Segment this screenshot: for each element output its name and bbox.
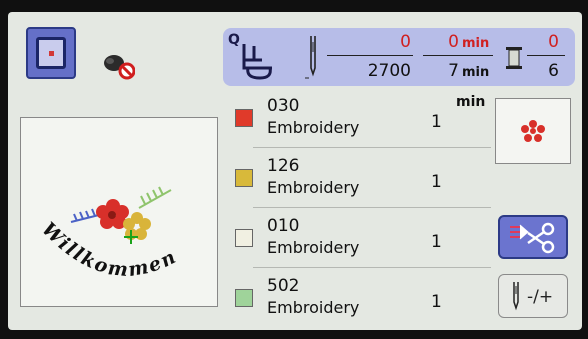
thread-row[interactable]: 502 Embroidery 1	[223, 268, 491, 328]
thread-time: 1	[431, 112, 442, 132]
frame-center-dot	[49, 51, 54, 56]
stitch-count: 0	[400, 32, 411, 52]
thread-spool-icon	[506, 47, 522, 69]
color-current: 0	[548, 32, 559, 52]
thread-color-swatch	[235, 289, 253, 307]
thread-time: 1	[431, 232, 442, 252]
thread-code: 126	[267, 156, 300, 176]
thread-row[interactable]: 030 Embroidery 1	[223, 88, 491, 148]
embroidery-screen: Q 0 2700 0 min 7 min 0 6 Willkommen 030 …	[8, 12, 582, 330]
needle-position-label: -/+	[527, 287, 554, 307]
thread-code: 030	[267, 96, 300, 116]
quilt-presser-foot-icon	[242, 44, 272, 80]
thread-code: 010	[267, 216, 300, 236]
needle-icon	[513, 282, 519, 311]
frame-button[interactable]	[26, 27, 76, 79]
embroidery-frame-icon	[36, 37, 66, 69]
thread-name: Embroidery	[267, 238, 360, 257]
green-leaves	[138, 186, 172, 209]
thread-name: Embroidery	[267, 118, 360, 137]
thread-color-swatch	[235, 169, 253, 187]
thread-time: 1	[431, 172, 442, 192]
thread-color-list: 030 Embroidery 1 126 Embroidery 1 010 Em…	[223, 88, 491, 328]
thread-color-swatch	[235, 109, 253, 127]
embroidery-design: Willkommen	[37, 186, 179, 281]
status-panel: Q 0 2700 0 min 7 min 0 6	[223, 28, 575, 86]
red-flower-thumbnail-icon	[521, 120, 545, 142]
color-divider	[527, 55, 565, 56]
needle-position-button[interactable]: -/+	[498, 274, 568, 318]
design-preview[interactable]: Willkommen	[20, 117, 218, 307]
thread-row[interactable]: 010 Embroidery 1	[223, 208, 491, 268]
no-thread-trim-icon	[104, 55, 135, 80]
thread-name: Embroidery	[267, 178, 360, 197]
color-total: 6	[548, 61, 559, 81]
thread-time: 1	[431, 292, 442, 312]
thread-color-swatch	[235, 229, 253, 247]
list-time-unit: min	[456, 94, 486, 110]
total-time-unit: min	[462, 65, 490, 80]
thread-cut-icon	[510, 222, 555, 254]
thread-name: Embroidery	[267, 298, 360, 317]
stitch-needle-icon	[305, 36, 316, 79]
thread-code: 502	[267, 276, 300, 296]
total-time: 7	[448, 61, 459, 81]
elapsed-time-unit: min	[462, 36, 490, 51]
thread-cut-button[interactable]	[498, 215, 568, 259]
elapsed-time: 0	[448, 32, 459, 52]
thread-row[interactable]: 126 Embroidery 1	[223, 148, 491, 208]
time-divider	[423, 55, 493, 56]
current-color-preview	[495, 98, 571, 164]
stitch-divider	[327, 55, 413, 56]
stitch-total: 2700	[367, 61, 411, 81]
